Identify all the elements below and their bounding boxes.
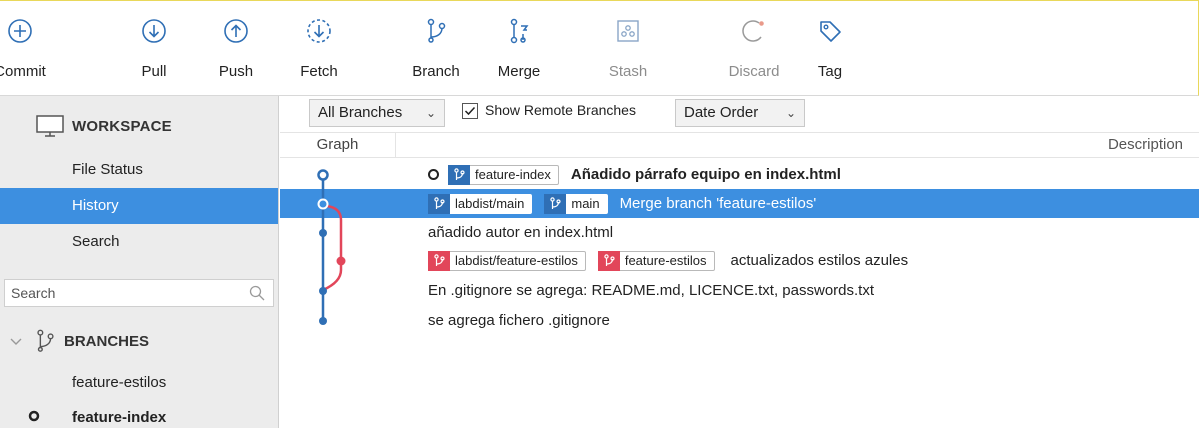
sidebar-item-search[interactable]: Search [0,224,278,260]
commit-button[interactable]: Commit [0,1,70,93]
branch-icon [427,18,446,43]
discard-icon [742,20,764,42]
branch-tag-label: labdist/feature-estilos [455,253,578,268]
branch-label: Branch [412,63,460,80]
commit-node-merge [317,198,329,210]
remote-branch-tag[interactable]: labdist/feature-estilos [428,250,586,271]
commit-message: se agrega fichero .gitignore [428,312,610,329]
sidebar-item-history[interactable]: History [0,188,278,224]
commit-message: En .gitignore se agrega: README.md, LICE… [428,282,875,299]
commit-row[interactable]: En .gitignore se agrega: README.md, LICE… [280,276,1199,305]
branch-button[interactable]: Branch [404,1,468,93]
search-placeholder: Search [11,285,56,301]
head-indicator-icon [428,169,439,180]
history-panel: All Branches ⌄ Show Remote Branches Date… [280,96,1199,428]
discard-button[interactable]: Discard [714,1,794,93]
commit-label: Commit [0,63,46,80]
chevron-down-icon: ⌄ [425,106,436,120]
branch-tag[interactable]: feature-index [448,164,559,185]
remote-branch-tag[interactable]: labdist/main [428,193,533,214]
commit-row[interactable]: feature-index Añadido párrafo equipo en … [280,160,1199,189]
branch-icon [428,193,450,214]
branches-header[interactable]: BRANCHES [10,326,149,356]
stash-button[interactable]: Stash [596,1,660,93]
commit-row-selected[interactable]: labdist/main main Merge branch 'feature-… [280,189,1199,218]
branch-tag-label: labdist/main [455,196,525,211]
branch-item-feature-estilos[interactable]: feature-estilos [72,374,166,391]
branch-icon [448,164,470,185]
branch-icon [597,250,620,271]
workspace-label: WORKSPACE [72,117,172,135]
commit-icon [8,19,32,43]
tag-icon [820,21,841,42]
branch-icon [428,250,450,271]
pull-label: Pull [141,63,167,80]
commit-message: Añadido párrafo equipo en index.html [570,166,841,183]
branch-icon [544,193,567,214]
commit-message: actualizados estilos azules [730,252,909,269]
show-remote-checkbox[interactable] [462,103,478,119]
push-label: Push [218,63,254,80]
commit-node [319,287,327,295]
discard-label: Discard [728,63,780,80]
tag-label: Tag [817,63,843,80]
push-icon [224,19,248,43]
commit-row[interactable]: añadido autor en index.html [280,218,1199,247]
fetch-icon [307,19,331,43]
monitor-icon [36,115,64,137]
branch-tag-label: feature-index [475,167,551,182]
stash-label: Stash [608,63,648,80]
branch-tag[interactable]: main [544,193,608,214]
branch-icon [37,329,54,352]
commit-row[interactable]: labdist/feature-estilos feature-estilos … [280,246,1199,275]
workspace-header[interactable]: WORKSPACE [36,110,172,142]
toolbar: Commit Pull Push Fetch Branch Merge Stas… [0,0,1199,96]
commit-node-branch [336,256,346,266]
chevron-down-icon: ⌄ [785,106,796,120]
stash-icon [617,20,639,42]
branch-tag-label: feature-estilos [624,253,707,268]
commit-node [319,229,327,237]
show-remote-label: Show Remote Branches [485,102,636,118]
pull-button[interactable]: Pull [122,1,186,93]
branch-tag[interactable]: feature-estilos [597,250,715,271]
branches-dropdown-value: All Branches [318,104,403,121]
filter-bar: All Branches ⌄ Show Remote Branches Date… [280,96,1199,130]
sidebar-item-file-status[interactable]: File Status [0,152,278,188]
branch-tag-label: main [571,196,600,211]
sidebar: WORKSPACE File Status History Search Sea… [0,96,279,428]
push-button[interactable]: Push [204,1,268,93]
fetch-label: Fetch [300,63,338,80]
branches-dropdown[interactable]: All Branches ⌄ [309,99,445,127]
checkmark-icon [464,106,476,116]
graph-edge-branch [322,204,343,292]
column-header: Graph Description [280,132,1199,158]
tag-button[interactable]: Tag [798,1,862,93]
merge-icon [510,18,529,44]
current-branch-icon [28,410,40,422]
branches-label: BRANCHES [64,332,150,350]
graph-column-header[interactable]: Graph [280,133,396,157]
search-input[interactable]: Search [4,279,274,307]
search-icon [249,285,265,301]
merge-button[interactable]: Merge [487,1,551,93]
commit-graph [317,169,346,325]
order-dropdown-value: Date Order [684,104,759,121]
commit-node [319,317,327,325]
commit-message: Merge branch 'feature-estilos' [619,195,817,212]
description-column-header[interactable]: Description [1108,133,1183,157]
fetch-button[interactable]: Fetch [287,1,351,93]
commit-message: añadido autor en index.html [428,224,614,241]
chevron-down-icon [10,338,22,345]
order-dropdown[interactable]: Date Order ⌄ [675,99,805,127]
pull-icon [142,19,166,43]
commit-node-head [317,169,329,181]
branch-item-feature-index[interactable]: feature-index [72,409,166,426]
merge-label: Merge [497,63,541,80]
commit-row[interactable]: se agrega fichero .gitignore [280,306,1199,335]
